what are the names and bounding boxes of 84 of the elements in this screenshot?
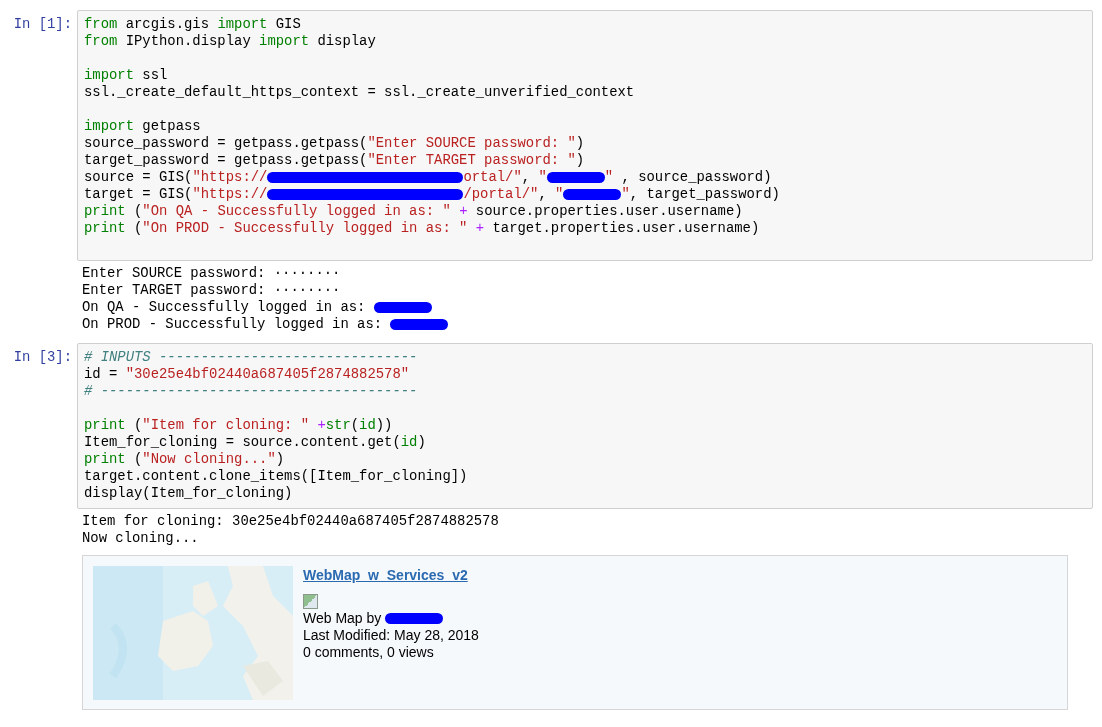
image-icon bbox=[303, 594, 318, 609]
code-text: id bbox=[359, 417, 376, 433]
code-text: ( bbox=[350, 417, 360, 433]
code-text: getpass bbox=[141, 118, 201, 134]
code-text: ) bbox=[575, 135, 585, 151]
code-text: id bbox=[400, 434, 418, 450]
code-text: + bbox=[474, 220, 485, 236]
code-text: " bbox=[604, 169, 614, 185]
code-text: target_password = getpass.getpass( bbox=[84, 152, 368, 168]
code-text: ssl bbox=[141, 67, 168, 83]
output-text: On PROD - Successfully logged in as: bbox=[82, 316, 384, 332]
output-text: Enter SOURCE password: ········ bbox=[82, 265, 341, 281]
code-text: "On QA - Successfully logged in as: " bbox=[142, 203, 451, 219]
code-text: ( bbox=[133, 451, 143, 467]
code-text: print bbox=[84, 417, 126, 433]
code-text: ( bbox=[133, 417, 143, 433]
code-text: "https:// bbox=[192, 186, 268, 202]
code-text: import bbox=[84, 67, 134, 83]
code-text: "30e25e4bf02440a687405f2874882578" bbox=[125, 366, 410, 382]
redaction-mark bbox=[390, 318, 449, 330]
item-stats-text: 0 comments, 0 views bbox=[303, 644, 435, 661]
redaction-mark bbox=[546, 171, 605, 183]
code-text: "On PROD - Successfully logged in as: " bbox=[142, 220, 468, 236]
code-text: # INPUTS ------------------------------- bbox=[84, 349, 418, 365]
code-text: /portal/" bbox=[463, 186, 539, 202]
code-text: , bbox=[521, 169, 532, 185]
output-text: Enter TARGET password: ········ bbox=[82, 282, 341, 298]
cell-prompt: In [1]: bbox=[13, 16, 72, 32]
output-text: Now cloning... bbox=[82, 530, 199, 546]
code-text: arcgis.gis bbox=[124, 16, 211, 32]
code-text: print bbox=[84, 220, 126, 236]
code-text: "Enter TARGET password: " bbox=[367, 152, 576, 168]
code-text: ortal/" bbox=[463, 169, 522, 185]
output-text: Item for cloning: 30e25e4bf02440a687405f2874882578 bbox=[82, 513, 499, 529]
code-text: import bbox=[217, 16, 268, 32]
code-text: "Enter SOURCE password: " bbox=[367, 135, 576, 151]
code-text: import bbox=[84, 118, 134, 134]
code-text: " bbox=[621, 186, 630, 202]
code-text: from bbox=[84, 33, 118, 49]
code-text: , bbox=[538, 186, 548, 202]
code-text: + bbox=[458, 203, 468, 219]
code-text: import bbox=[259, 33, 310, 49]
code-text: source.properties.user.username) bbox=[474, 203, 743, 219]
output-text: On QA - Successfully logged in as: bbox=[82, 299, 367, 315]
code-text: display bbox=[316, 33, 376, 49]
item-type-text: Web Map by bbox=[303, 610, 383, 627]
code-text: ) bbox=[575, 152, 585, 168]
code-text: display(Item_for_cloning) bbox=[84, 485, 293, 501]
modified-text: Last Modified: May 28, 2018 bbox=[303, 627, 479, 644]
code-text: ( bbox=[133, 203, 143, 219]
item-title-link[interactable]: WebMap_w_Services_v2 bbox=[303, 567, 468, 584]
code-text: target = GIS( bbox=[84, 186, 193, 202]
code-text: ssl._create_default_https_context = ssl._create_unverified_context bbox=[84, 84, 635, 100]
code-cell[interactable] bbox=[77, 10, 1093, 261]
code-text: print bbox=[84, 451, 126, 467]
redaction-mark bbox=[385, 613, 444, 624]
code-text: GIS bbox=[274, 16, 301, 32]
code-text: " bbox=[555, 186, 564, 202]
code-text: source_password = getpass.getpass( bbox=[84, 135, 368, 151]
code-text: # -------------------------------------- bbox=[84, 383, 418, 399]
code-text: source = GIS( bbox=[84, 169, 193, 185]
code-text: IPython.display bbox=[124, 33, 252, 49]
code-text: , target_password) bbox=[629, 186, 780, 202]
code-text: print bbox=[84, 203, 126, 219]
code-text: + bbox=[316, 417, 326, 433]
code-text: "Now cloning..." bbox=[142, 451, 276, 467]
code-text: target.content.clone_items([Item_for_cloning]) bbox=[84, 468, 468, 484]
code-cell[interactable] bbox=[77, 343, 1093, 509]
redaction-mark bbox=[373, 301, 432, 313]
code-text: Item_for_cloning = source.content.get( bbox=[84, 434, 401, 450]
code-text: id = bbox=[84, 366, 119, 382]
cell-prompt: In [3]: bbox=[13, 349, 72, 365]
code-text: "Item for cloning: " bbox=[142, 417, 310, 433]
code-text: " bbox=[538, 169, 547, 185]
code-text: ( bbox=[133, 220, 143, 236]
code-text: target.properties.user.username) bbox=[491, 220, 760, 236]
code-text: ) bbox=[275, 451, 285, 467]
code-text: ) bbox=[417, 434, 426, 450]
code-text: str bbox=[325, 417, 351, 433]
code-text: )) bbox=[375, 417, 393, 433]
code-text: from bbox=[84, 16, 118, 32]
redaction-mark bbox=[563, 188, 622, 200]
code-text: , source_password) bbox=[620, 169, 772, 185]
code-text: "https:// bbox=[192, 169, 268, 185]
